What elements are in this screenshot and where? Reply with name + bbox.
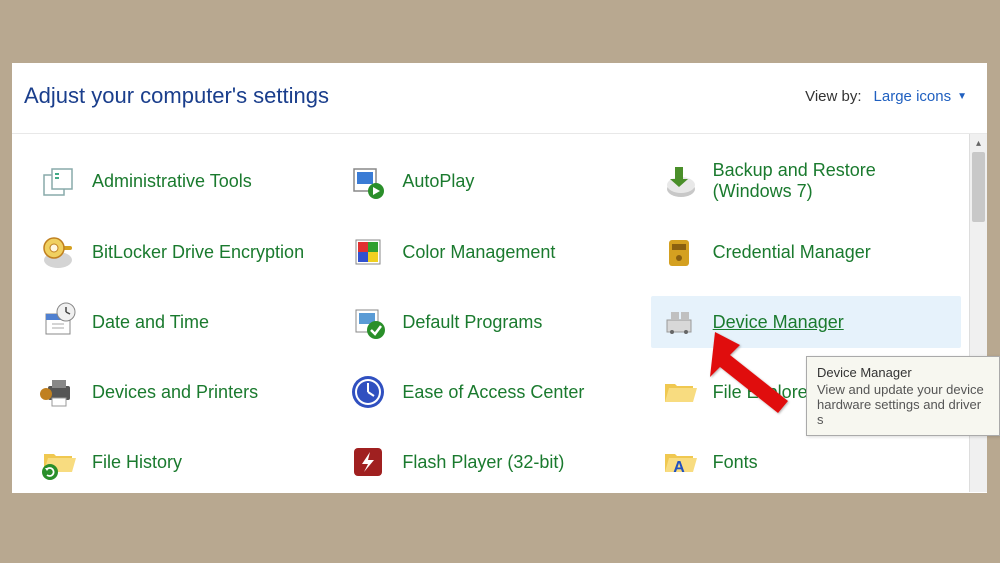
item-label: Devices and Printers [92,382,258,403]
view-by-dropdown[interactable]: Large icons ▼ [874,88,967,105]
control-panel-item-device-manager[interactable]: Device Manager [651,296,961,348]
item-label: Fonts [713,452,758,473]
control-panel-item-bitlocker[interactable]: BitLocker Drive Encryption [30,226,340,278]
items-grid: Administrative Tools AutoPlay Backup and R… [30,154,961,488]
devices-printers-icon [38,372,78,412]
control-panel-item-filehistory[interactable]: File History [30,436,340,488]
view-by-label: View by: [805,88,861,105]
view-by-value-text: Large icons [874,88,952,105]
item-label: File History [92,452,182,473]
fonts-icon [659,442,699,482]
autoplay-icon [348,161,388,201]
item-label: Flash Player (32-bit) [402,452,564,473]
item-label: Administrative Tools [92,171,252,192]
item-label: Date and Time [92,312,209,333]
item-label: Backup and Restore (Windows 7) [713,160,953,202]
control-panel-item-backup[interactable]: Backup and Restore (Windows 7) [651,154,961,208]
control-panel-item-color[interactable]: Color Management [340,226,650,278]
items-scroll-region: Administrative Tools AutoPlay Backup and R… [12,134,969,492]
default-programs-icon [348,302,388,342]
page-title: Adjust your computer's settings [24,83,329,109]
control-panel-item-flash[interactable]: Flash Player (32-bit) [340,436,650,488]
control-panel-item-ease[interactable]: Ease of Access Center [340,366,650,418]
header-bar: Adjust your computer's settings View by:… [12,63,987,134]
control-panel-item-devices-printers[interactable]: Devices and Printers [30,366,340,418]
control-panel-item-admin-tools[interactable]: Administrative Tools [30,154,340,208]
date-icon [38,302,78,342]
tooltip-body: View and update your device hardware set… [817,382,989,427]
fileexplorer-icon [659,372,699,412]
control-panel-item-autoplay[interactable]: AutoPlay [340,154,650,208]
item-label: Device Manager [713,312,844,333]
admin-tools-icon [38,161,78,201]
tooltip-title: Device Manager [817,365,989,380]
item-label: Ease of Access Center [402,382,584,403]
bitlocker-icon [38,232,78,272]
ease-icon [348,372,388,412]
chevron-down-icon: ▼ [957,91,967,102]
device-manager-icon [659,302,699,342]
scroll-up-arrow[interactable]: ▴ [970,134,987,152]
item-label: BitLocker Drive Encryption [92,242,304,263]
vertical-scrollbar[interactable]: ▴ [969,134,987,492]
tooltip: Device Manager View and update your devi… [806,356,1000,436]
item-label: Default Programs [402,312,542,333]
view-by-control: View by: Large icons ▼ [805,88,967,105]
filehistory-icon [38,442,78,482]
item-label: Credential Manager [713,242,871,263]
control-panel-item-date[interactable]: Date and Time [30,296,340,348]
control-panel-item-credential[interactable]: Credential Manager [651,226,961,278]
item-label: AutoPlay [402,171,474,192]
control-panel-item-default-programs[interactable]: Default Programs [340,296,650,348]
control-panel-item-fonts[interactable]: Fonts [651,436,961,488]
backup-icon [659,161,699,201]
color-icon [348,232,388,272]
content-area: Administrative Tools AutoPlay Backup and R… [12,134,987,492]
flash-icon [348,442,388,482]
item-label: Color Management [402,242,555,263]
scroll-thumb[interactable] [972,152,985,222]
credential-icon [659,232,699,272]
